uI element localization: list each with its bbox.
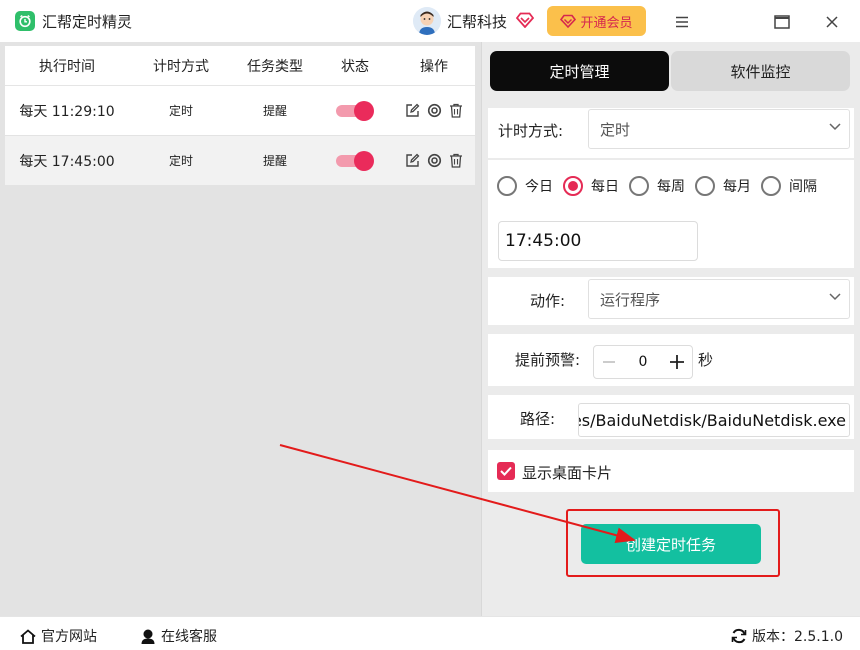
radio-interval[interactable]: 间隔 xyxy=(761,176,817,196)
radio-daily[interactable]: 每日 xyxy=(563,176,619,196)
maximize-icon[interactable] xyxy=(771,11,793,33)
advance-warning-value[interactable]: 0 xyxy=(624,354,662,370)
action-select[interactable]: 运行程序 xyxy=(588,279,850,319)
radio-weekly[interactable]: 每周 xyxy=(629,176,685,196)
table-header: 执行时间 计时方式 任务类型 状态 操作 xyxy=(5,46,475,86)
delete-icon[interactable] xyxy=(447,152,465,170)
official-website-link[interactable]: 官方网站 xyxy=(20,626,97,646)
app-logo-icon xyxy=(15,11,35,31)
edit-icon[interactable] xyxy=(403,102,421,120)
status-toggle[interactable] xyxy=(336,150,374,171)
tab-schedule-management[interactable]: 定时管理 xyxy=(490,51,669,91)
show-card-label: 显示桌面卡片 xyxy=(522,464,613,482)
path-value: C:/Program Files/BaiduNetdisk/BaiduNetdi… xyxy=(578,410,846,430)
header-status: 状态 xyxy=(341,58,369,75)
path-card: 路径: C:/Program Files/BaiduNetdisk/BaiduN… xyxy=(488,395,854,439)
vip-button-label: 开通会员 xyxy=(580,15,633,31)
header-timing-mode: 计时方式 xyxy=(153,58,209,75)
delete-icon[interactable] xyxy=(447,102,465,120)
show-card-card: 显示桌面卡片 xyxy=(488,450,854,492)
cell-exec-time: 每天 17:45:00 xyxy=(19,153,115,170)
app-title: 汇帮定时精灵 xyxy=(42,13,133,31)
status-toggle[interactable] xyxy=(336,100,374,121)
frequency-card: 今日 每日 每周 每月 间隔 17:45:00 xyxy=(488,160,854,268)
cell-task-type: 提醒 xyxy=(262,104,287,118)
avatar-icon[interactable] xyxy=(413,7,441,35)
create-task-button[interactable]: 创建定时任务 xyxy=(581,524,761,564)
online-support-link[interactable]: 在线客服 xyxy=(140,626,217,646)
action-card: 动作: 运行程序 xyxy=(488,277,854,325)
show-card-checkbox[interactable] xyxy=(497,462,515,480)
radio-monthly[interactable]: 每月 xyxy=(695,176,751,196)
version-label: 版本：2.5.1.0 xyxy=(752,629,843,645)
radio-today-label: 今日 xyxy=(525,179,553,195)
edit-icon[interactable] xyxy=(403,152,421,170)
header-exec-time: 执行时间 xyxy=(39,58,95,75)
path-label: 路径: xyxy=(520,410,556,428)
minus-icon[interactable] xyxy=(594,346,624,378)
timing-mode-value: 定时 xyxy=(600,120,631,139)
advance-warning-unit: 秒 xyxy=(698,351,714,369)
radio-today[interactable]: 今日 xyxy=(497,176,553,196)
online-support-label: 在线客服 xyxy=(161,629,217,645)
timing-mode-select[interactable]: 定时 xyxy=(588,109,850,149)
check-icon xyxy=(500,466,512,476)
radio-monthly-label: 每月 xyxy=(723,179,751,195)
schedule-form-panel: 定时管理 软件监控 计时方式: 定时 今日 每日 每周 每月 间隔 17:45:… xyxy=(481,42,860,616)
vip-diamond-icon xyxy=(515,12,535,32)
chevron-down-icon xyxy=(829,293,841,301)
radio-daily-label: 每日 xyxy=(591,179,619,195)
vip-button-diamond-icon xyxy=(560,14,577,28)
chevron-down-icon xyxy=(829,123,841,131)
radio-weekly-label: 每周 xyxy=(657,179,685,195)
table-row[interactable]: 每天 17:45:00 定时 提醒 xyxy=(5,136,475,186)
version-info[interactable]: 版本：2.5.1.0 xyxy=(731,626,843,646)
home-icon xyxy=(20,628,36,644)
timing-mode-card: 计时方式: 定时 xyxy=(488,108,854,158)
cell-timing-mode: 定时 xyxy=(168,104,193,118)
tab-software-monitor[interactable]: 软件监控 xyxy=(671,51,850,91)
table-row[interactable]: 每天 11:29:10 定时 提醒 xyxy=(5,86,475,136)
close-icon[interactable] xyxy=(821,11,843,33)
refresh-icon xyxy=(731,628,747,644)
cell-task-type: 提醒 xyxy=(262,154,287,168)
action-value: 运行程序 xyxy=(600,290,661,309)
action-label: 动作: xyxy=(530,292,566,310)
timing-mode-label: 计时方式: xyxy=(498,122,564,140)
title-bar: 汇帮定时精灵 汇帮科技 开通会员 xyxy=(0,0,860,42)
advance-warning-label: 提前预警: xyxy=(515,351,581,369)
cell-exec-time: 每天 11:29:10 xyxy=(19,103,115,120)
official-website-label: 官方网站 xyxy=(41,629,97,645)
plus-icon[interactable] xyxy=(662,346,692,378)
footer-bar: 官方网站 在线客服 版本：2.5.1.0 xyxy=(0,616,860,650)
header-task-type: 任务类型 xyxy=(247,58,303,75)
cell-timing-mode: 定时 xyxy=(168,154,193,168)
task-table: 执行时间 计时方式 任务类型 状态 操作 每天 11:29:10 定时 提醒 每… xyxy=(5,46,475,186)
path-input[interactable]: C:/Program Files/BaiduNetdisk/BaiduNetdi… xyxy=(578,403,850,437)
settings-icon[interactable] xyxy=(425,152,443,170)
frequency-radio-group: 今日 每日 每周 每月 间隔 xyxy=(497,176,827,196)
vip-button[interactable]: 开通会员 xyxy=(547,6,646,36)
company-name: 汇帮科技 xyxy=(447,13,508,31)
menu-icon[interactable] xyxy=(671,11,693,33)
advance-warning-stepper[interactable]: 0 xyxy=(593,345,693,379)
settings-icon[interactable] xyxy=(425,102,443,120)
advance-warning-card: 提前预警: 0 秒 xyxy=(488,334,854,386)
radio-interval-label: 间隔 xyxy=(789,179,817,195)
task-list-panel: 执行时间 计时方式 任务类型 状态 操作 每天 11:29:10 定时 提醒 每… xyxy=(0,42,481,616)
support-icon xyxy=(141,629,155,644)
time-input[interactable]: 17:45:00 xyxy=(498,221,698,261)
header-operations: 操作 xyxy=(420,58,448,75)
